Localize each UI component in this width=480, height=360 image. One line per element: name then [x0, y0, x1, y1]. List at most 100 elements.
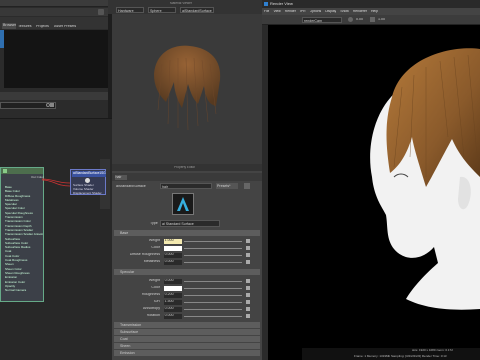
- render-menu-item[interactable]: Show: [340, 10, 348, 13]
- attribute-slider[interactable]: [184, 301, 242, 303]
- arnold-shader-icon: [172, 193, 194, 215]
- node-graph-area[interactable]: Out Color Base Base Color Diffuse Roughnes…: [0, 118, 112, 360]
- browser-tab-bar: Browser Textures Projects Asset Presets: [0, 17, 108, 29]
- app-icon: [264, 2, 268, 6]
- section-emission[interactable]: Emission: [114, 350, 260, 356]
- render-view-title: Render View: [270, 2, 293, 6]
- attribute-label: Roughness: [141, 293, 160, 296]
- gamma-value[interactable]: 1.00: [378, 18, 385, 22]
- render-menu-item[interactable]: Help: [371, 10, 378, 13]
- maya-workspace: Browser Textures Projects Asset Presets …: [0, 0, 480, 360]
- tab-textures[interactable]: Textures: [18, 25, 32, 29]
- map-button-icon[interactable]: [246, 260, 250, 264]
- section-transmission[interactable]: Transmission: [114, 322, 260, 328]
- section-specular[interactable]: Specular: [114, 269, 260, 275]
- attribute-value-field[interactable]: 0.000: [164, 313, 182, 319]
- map-button-icon[interactable]: [246, 253, 250, 257]
- node-icon: [3, 169, 7, 173]
- map-button-icon[interactable]: [246, 293, 250, 297]
- shader-node-header: [1, 168, 43, 174]
- sg-attribute-list: Surface Shader Volume Shader Displacement …: [73, 184, 106, 195]
- attribute-value-field[interactable]: 1.500: [164, 299, 182, 305]
- render-menu-item[interactable]: View: [273, 10, 280, 13]
- render-menu-item[interactable]: File: [264, 10, 269, 13]
- shading-group-node[interactable]: aiStandardSurface1SG Surface Shader Volum…: [70, 169, 106, 195]
- attribute-row: Roughness 0.200: [112, 292, 262, 299]
- attribute-slider[interactable]: [184, 261, 242, 263]
- property-editor-title: Property Editor: [174, 166, 196, 169]
- attribute-slider[interactable]: [184, 308, 242, 310]
- attribute-value-field[interactable]: 0.000: [164, 306, 182, 312]
- node-name-field[interactable]: hair: [160, 183, 212, 189]
- attribute-slider[interactable]: [184, 287, 242, 289]
- render-menu-item[interactable]: Options: [310, 10, 322, 13]
- render-menu-item[interactable]: Render: [285, 10, 296, 13]
- attribute-value-field[interactable]: 0.200: [164, 292, 182, 298]
- tab-projects[interactable]: Projects: [36, 25, 49, 29]
- attribute-slider[interactable]: [184, 315, 242, 317]
- hypershade-divider: [0, 92, 108, 100]
- attribute-slider[interactable]: [184, 294, 242, 296]
- renderer-dropdown[interactable]: Hardware: [116, 7, 144, 13]
- type-dropdown-value: ai Standard Surface: [162, 222, 194, 226]
- section-sheen[interactable]: Sheen: [114, 343, 260, 349]
- tab-asset-presets[interactable]: Asset Presets: [54, 25, 76, 29]
- attribute-label: Rotation: [146, 314, 160, 317]
- material-dropdown[interactable]: aiStandardSurface: [180, 7, 214, 13]
- attribute-value-field[interactable]: 0.000: [164, 278, 182, 284]
- map-button-icon[interactable]: [246, 286, 250, 290]
- attribute-row: Color: [112, 245, 262, 252]
- type-dropdown[interactable]: ai Standard Surface: [160, 220, 220, 227]
- render-menu-list: File View Render IPR Options Display Show Rende…: [264, 10, 378, 13]
- attribute-label: Weight: [148, 279, 160, 282]
- viewer-title: Material Viewer: [170, 2, 192, 5]
- sg-node-title: aiStandardSurface1SG: [72, 171, 106, 177]
- shader-node[interactable]: Out Color Base Base Color Diffuse Roughnes…: [0, 167, 44, 302]
- sg-attribute-item[interactable]: Displacement Shader: [73, 192, 106, 196]
- attribute-slider[interactable]: [184, 280, 242, 282]
- clear-icon[interactable]: [50, 103, 54, 107]
- map-button-icon[interactable]: [246, 300, 250, 304]
- attribute-value-field[interactable]: 0.000: [164, 252, 182, 258]
- color-swatch[interactable]: [164, 245, 182, 251]
- render-menu-item[interactable]: Renderer: [353, 10, 367, 13]
- material-swatch-area[interactable]: [4, 30, 108, 88]
- section-coat[interactable]: Coat: [114, 336, 260, 342]
- section-subsurface[interactable]: Subsurface: [114, 329, 260, 335]
- attribute-value-field[interactable]: 0.000: [164, 259, 182, 265]
- map-button-icon[interactable]: [246, 239, 250, 243]
- camera-dropdown[interactable]: renderCam: [302, 17, 342, 23]
- tab-hair[interactable]: hair: [115, 175, 127, 180]
- presets-button[interactable]: Presets*: [216, 183, 238, 189]
- focus-icon[interactable]: [244, 183, 250, 189]
- toolbar-menu-icon[interactable]: [98, 9, 104, 15]
- viewer-header: Material Viewer Hardware Sphere aiStanda…: [108, 0, 262, 14]
- node-type-label: aiStandardSurface: [116, 185, 146, 188]
- render-menu-item[interactable]: Display: [325, 10, 336, 13]
- map-button-icon[interactable]: [246, 279, 250, 283]
- exposure-icon: [348, 17, 353, 22]
- material-viewer[interactable]: [112, 14, 262, 164]
- section-base[interactable]: Base: [114, 230, 260, 236]
- render-view-titlebar: Render View: [262, 0, 480, 8]
- attribute-row: Metalness 0.000: [112, 259, 262, 266]
- map-button-icon[interactable]: [246, 246, 250, 250]
- attribute-slider[interactable]: [184, 240, 242, 242]
- rendered-image[interactable]: [302, 27, 480, 347]
- hypershade-titlebar: [0, 0, 108, 7]
- exposure-value[interactable]: 0.00: [356, 18, 363, 22]
- shader-attribute-item[interactable]: Normal Camera: [5, 289, 43, 293]
- render-side-toolbar: [262, 25, 268, 360]
- attribute-slider[interactable]: [184, 254, 242, 256]
- render-menu-item[interactable]: IPR: [300, 10, 306, 13]
- map-button-icon[interactable]: [246, 307, 250, 311]
- attribute-slider[interactable]: [184, 247, 242, 249]
- tab-browser[interactable]: Browser: [2, 23, 16, 29]
- shader-attribute-list: Base Base Color Diffuse Roughness Metalness…: [5, 186, 43, 293]
- attribute-row: Weight 1.000: [112, 238, 262, 245]
- attribute-value-field[interactable]: 1.000: [164, 238, 182, 244]
- color-swatch[interactable]: [164, 285, 182, 291]
- map-button-icon[interactable]: [246, 314, 250, 318]
- section-subsurface-label: Subsurface: [120, 330, 139, 334]
- geometry-dropdown[interactable]: Sphere: [148, 7, 176, 13]
